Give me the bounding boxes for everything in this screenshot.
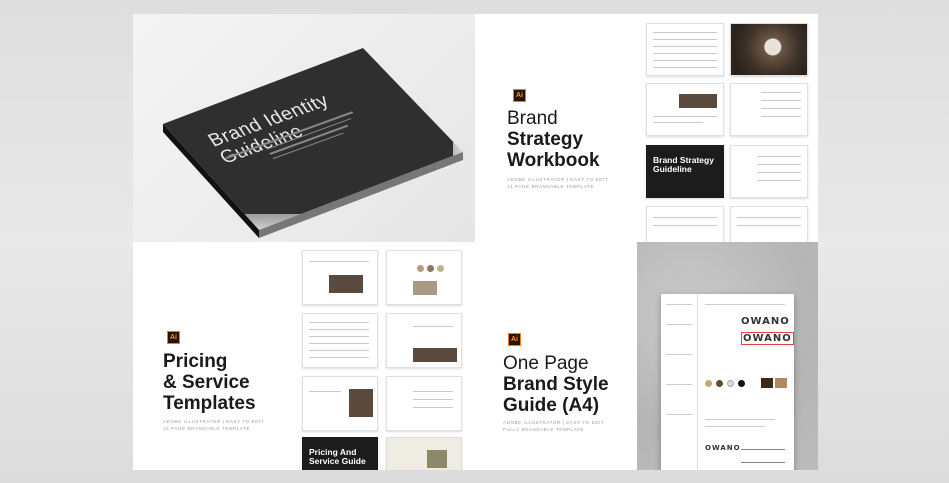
logo-sample-boxed: OWANO <box>741 332 794 345</box>
logo-sample-small: OWANO <box>705 444 741 452</box>
illustrator-icon: Ai <box>513 89 526 102</box>
pricing-subtitle: ADOBE ILLUSTRATOR | EASY TO EDIT 15 PAGE… <box>163 419 265 431</box>
pricing-title: Pricing & Service Templates <box>163 351 256 414</box>
logo-sample: OWANO <box>741 316 790 327</box>
style-guide-panel: Ai One Page Brand Style Guide (A4) ADOBE… <box>475 242 818 470</box>
concrete-texture-background: OWANO OWANO OWANO <box>637 242 818 470</box>
brand-strategy-panel: Ai Brand Strategy Workbook ADOBE ILLUSTR… <box>475 14 818 242</box>
page-thumbnail <box>730 145 808 198</box>
style-guide-subtitle: ADOBE ILLUSTRATOR | EASY TO EDIT FULLY B… <box>503 420 605 432</box>
strategy-title: Brand Strategy Workbook <box>507 108 600 171</box>
page-thumbnail <box>730 206 808 242</box>
page-thumbnail <box>646 83 724 136</box>
product-preview-collage: Brand Identity Guideline Ai Brand Strate… <box>133 14 818 470</box>
strategy-subtitle: ADOBE ILLUSTRATOR | EASY TO EDIT 14 PAGE… <box>507 177 609 189</box>
style-guide-sheet-thumbnail: OWANO OWANO OWANO <box>661 294 794 470</box>
page-thumbnail <box>646 206 724 242</box>
brand-identity-panel: Brand Identity Guideline <box>133 14 475 242</box>
page-thumbnail <box>386 313 462 368</box>
page-thumbnail <box>386 250 462 305</box>
strategy-cover-thumbnail: Brand Strategy Guideline <box>646 145 724 198</box>
illustrator-icon: Ai <box>508 333 521 346</box>
page-thumbnail <box>302 313 378 368</box>
page-thumbnail <box>302 376 378 431</box>
coffee-photo-thumbnail <box>730 23 808 76</box>
page-thumbnail <box>730 83 808 136</box>
style-guide-title: One Page Brand Style Guide (A4) <box>503 353 609 416</box>
pricing-cover-thumbnail: Pricing And Service Guide <box>302 437 378 470</box>
illustrator-icon: Ai <box>167 331 180 344</box>
page-thumbnail <box>386 376 462 431</box>
brand-identity-book-mockup: Brand Identity Guideline <box>163 34 463 238</box>
page-thumbnail <box>646 23 724 76</box>
pricing-panel: Ai Pricing & Service Templates ADOBE ILL… <box>133 242 475 470</box>
page-thumbnail <box>386 437 462 470</box>
page-thumbnail <box>302 250 378 305</box>
